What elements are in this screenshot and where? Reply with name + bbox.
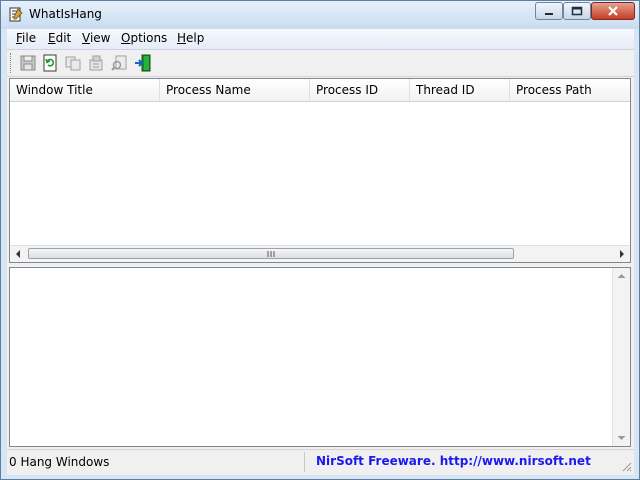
find-button[interactable] [110, 53, 130, 73]
scroll-grip-icon [267, 251, 275, 257]
title-bar[interactable]: WhatIsHang [1, 1, 639, 29]
scroll-down-button[interactable] [613, 430, 630, 446]
toolbar-grip[interactable] [10, 53, 13, 73]
hang-count-status: 0 Hang Windows [9, 455, 110, 469]
find-icon [111, 55, 127, 71]
save-icon [20, 55, 36, 71]
exit-icon [135, 54, 151, 72]
scroll-up-icon [617, 274, 626, 278]
scroll-up-button[interactable] [613, 268, 630, 284]
minimize-button[interactable] [535, 2, 563, 20]
window-title: WhatIsHang [29, 7, 102, 21]
exit-button[interactable] [133, 53, 153, 73]
details-pane[interactable] [9, 267, 631, 447]
maximize-icon [571, 6, 583, 16]
close-button[interactable] [591, 2, 635, 20]
size-grip-icon[interactable] [620, 460, 632, 472]
close-icon [608, 6, 618, 16]
menu-edit[interactable]: Edit [48, 31, 71, 45]
column-window-title[interactable]: Window Title [10, 79, 160, 101]
column-process-name[interactable]: Process Name [160, 79, 310, 101]
status-separator [304, 452, 305, 472]
refresh-icon [43, 54, 57, 72]
menu-options[interactable]: Options [121, 31, 167, 45]
properties-icon [89, 55, 103, 71]
app-window: WhatIsHang File Edit View Options Help W… [0, 0, 640, 480]
horizontal-scrollbar[interactable] [10, 245, 630, 262]
vertical-scrollbar[interactable] [612, 268, 630, 446]
column-process-path[interactable]: Process Path [510, 79, 630, 101]
list-header: Window Title Process Name Process ID Thr… [10, 79, 630, 102]
app-icon [9, 7, 23, 22]
status-bar: 0 Hang Windows NirSoft Freeware. http://… [7, 449, 634, 474]
caption-buttons [535, 2, 635, 22]
hang-windows-list[interactable]: Window Title Process Name Process ID Thr… [9, 78, 631, 263]
menu-help[interactable]: Help [177, 31, 204, 45]
scroll-right-button[interactable] [614, 246, 630, 262]
nirsoft-link[interactable]: NirSoft Freeware. http://www.nirsoft.net [316, 454, 591, 468]
maximize-button[interactable] [563, 2, 591, 20]
copy-icon [65, 56, 81, 71]
client-area: File Edit View Options Help Window Title… [7, 29, 634, 475]
toolbar [7, 50, 634, 77]
scroll-down-icon [617, 436, 626, 440]
column-process-id[interactable]: Process ID [310, 79, 410, 101]
scroll-right-icon [620, 250, 624, 258]
copy-button[interactable] [63, 53, 83, 73]
menu-view[interactable]: View [82, 31, 110, 45]
scroll-left-icon [16, 250, 20, 258]
scroll-left-button[interactable] [10, 246, 26, 262]
column-thread-id[interactable]: Thread ID [410, 79, 510, 101]
properties-button[interactable] [86, 53, 106, 73]
save-button[interactable] [18, 53, 38, 73]
menu-bar: File Edit View Options Help [7, 29, 634, 50]
menu-file[interactable]: File [16, 31, 36, 45]
minimize-icon [545, 13, 553, 15]
refresh-button[interactable] [40, 53, 60, 73]
horizontal-scroll-thumb[interactable] [28, 248, 514, 259]
